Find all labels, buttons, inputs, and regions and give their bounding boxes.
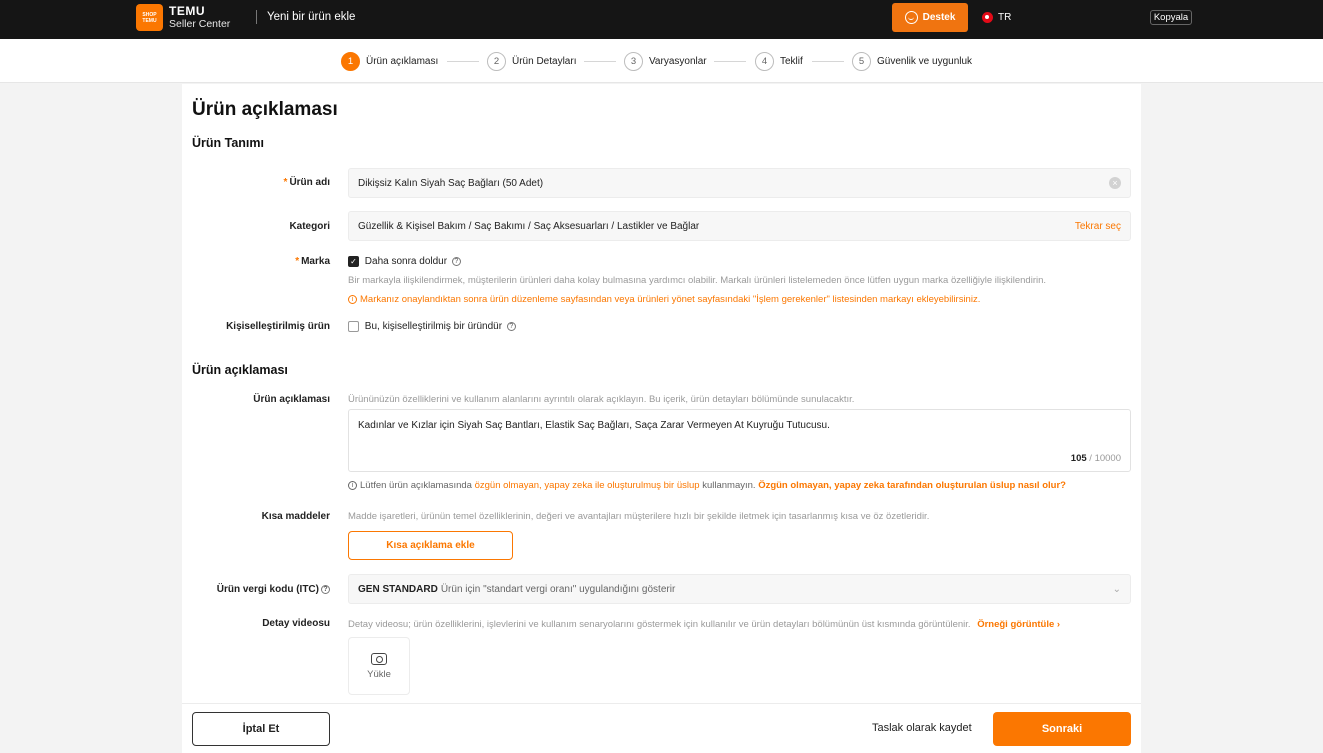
brand-warning: i Markanız onaylandıktan sonra ürün düzen… [348, 294, 980, 305]
step-3[interactable]: 3 Varyasyonlar [624, 52, 707, 71]
step-connector [447, 61, 479, 62]
chevron-down-icon: ⌄ [1112, 583, 1121, 595]
turkey-flag-icon [982, 12, 993, 23]
step-number: 1 [341, 52, 360, 71]
description-hint: Ürününüzün özelliklerini ve kullanım ala… [348, 394, 855, 405]
next-button[interactable]: Sonraki [993, 712, 1131, 746]
brand-sub: Seller Center [169, 18, 231, 30]
page-title: Ürün açıklaması [192, 99, 338, 120]
cancel-button[interactable]: İptal Et [192, 712, 330, 746]
personalized-label: Kişiselleştirilmiş ürün [226, 321, 330, 332]
step-number: 3 [624, 52, 643, 71]
view-example-link[interactable]: Örneği görüntüle › [977, 619, 1060, 630]
upload-label: Yükle [367, 668, 391, 680]
info-icon: i [348, 480, 357, 490]
step-label: Varyasyonlar [649, 56, 707, 67]
logo-line-2: TEMU [142, 17, 157, 24]
category-field[interactable]: Güzellik & Kişisel Bakım / Saç Bakımı / … [348, 211, 1131, 241]
brand-label: * Marka [295, 256, 330, 267]
step-label: Ürün Detayları [512, 56, 577, 67]
video-camera-icon [371, 652, 387, 665]
personalized-option-label: Bu, kişiselleştirilmiş bir üründür [364, 321, 503, 333]
step-1[interactable]: 1 Ürün açıklaması [341, 52, 438, 71]
ai-style-note: i Lütfen ürün açıklamasında özgün olmayan… [348, 480, 1066, 491]
section-title-definition: Ürün Tanımı [192, 136, 264, 150]
video-label: Detay videosu [262, 618, 330, 629]
tax-code-description: Ürün için "standart vergi oranı" uygulan… [440, 583, 676, 595]
tax-code-value: GEN STANDARD [358, 583, 438, 595]
reselect-category-link[interactable]: Tekrar seç [1075, 221, 1121, 232]
brand-hint: Bir markayla ilişkilendirmek, müşteriler… [348, 275, 1047, 286]
description-label: Ürün açıklaması [253, 394, 330, 405]
divider [256, 10, 257, 24]
product-name-input[interactable]: Dikişsiz Kalın Siyah Saç Bağları (50 Ade… [348, 168, 1131, 198]
step-number: 4 [755, 52, 774, 71]
form-card: Ürün açıklaması Ürün Tanımı * Ürün adı Di… [182, 84, 1141, 703]
product-name-label: * Ürün adı [283, 177, 330, 188]
step-label: Teklif [780, 56, 803, 67]
step-4[interactable]: 4 Teklif [755, 52, 803, 71]
support-label: Destek [922, 12, 956, 23]
description-char-count: 105 / 10000 [1070, 453, 1121, 464]
language-selector[interactable]: TR [982, 12, 1011, 23]
add-short-description-button[interactable]: Kısa açıklama ekle [348, 531, 513, 560]
copy-button[interactable]: Kopyala [1150, 10, 1192, 25]
personalized-checkbox[interactable] [348, 321, 359, 332]
save-draft-button[interactable]: Taslak olarak kaydet [872, 722, 972, 734]
step-progress: 1 Ürün açıklaması 2 Ürün Detayları 3 Var… [0, 39, 1323, 83]
step-number: 5 [852, 52, 871, 71]
personalized-option[interactable]: Bu, kişiselleştirilmiş bir üründür ? [348, 321, 516, 332]
tax-code-select[interactable]: GEN STANDARD Ürün için "standart vergi o… [348, 574, 1131, 604]
step-5[interactable]: 5 Güvenlik ve uygunluk [852, 52, 972, 71]
category-value: Güzellik & Kişisel Bakım / Saç Bakımı / … [358, 220, 700, 232]
video-hint: Detay videosu; ürün özelliklerini, işlev… [348, 619, 1061, 630]
ai-style-help-link[interactable]: Özgün olmayan, yapay zeka tarafından olu… [758, 480, 1066, 491]
help-icon[interactable]: ? [451, 257, 461, 266]
description-value: Kadınlar ve Kızlar için Siyah Saç Bantla… [358, 420, 830, 431]
step-connector [812, 61, 844, 62]
temu-logo[interactable]: SHOP TEMU [136, 4, 163, 31]
clear-icon[interactable]: × [1109, 177, 1121, 189]
video-upload-box[interactable]: Yükle [348, 637, 410, 695]
brand: TEMU Seller Center [169, 5, 230, 31]
help-icon[interactable]: ? [506, 322, 516, 331]
step-number: 2 [487, 52, 506, 71]
category-label: Kategori [289, 221, 330, 232]
bullets-hint: Madde işaretleri, ürünün temel özellikle… [348, 511, 930, 522]
bullets-label: Kısa maddeler [261, 511, 330, 522]
support-button[interactable]: Destek [892, 3, 968, 32]
help-icon[interactable]: ? [321, 584, 330, 594]
step-label: Ürün açıklaması [366, 56, 439, 67]
step-label: Güvenlik ve uygunluk [877, 56, 973, 67]
description-textarea[interactable]: Kadınlar ve Kızlar için Siyah Saç Bantla… [348, 409, 1131, 472]
info-icon: i [348, 294, 357, 304]
step-2[interactable]: 2 Ürün Detayları [487, 52, 576, 71]
form-footer: İptal Et Taslak olarak kaydet Sonraki [182, 703, 1141, 753]
step-connector [714, 61, 746, 62]
section-title-description: Ürün açıklaması [192, 363, 288, 377]
top-bar: SHOP TEMU TEMU Seller Center Yeni bir ür… [0, 0, 1323, 39]
step-connector [584, 61, 616, 62]
brand-later-option[interactable]: Daha sonra doldur ? [348, 256, 461, 267]
product-name-value: Dikişsiz Kalın Siyah Saç Bağları (50 Ade… [358, 177, 544, 189]
brand-later-label: Daha sonra doldur [364, 256, 448, 268]
brand-name: TEMU [169, 4, 205, 18]
smile-icon [904, 11, 918, 24]
tax-code-label: Ürün vergi kodu (ITC)? [190, 584, 330, 595]
language-label: TR [998, 12, 1012, 23]
brand-later-checkbox[interactable] [348, 256, 359, 267]
page-heading: Yeni bir ürün ekle [267, 11, 356, 23]
